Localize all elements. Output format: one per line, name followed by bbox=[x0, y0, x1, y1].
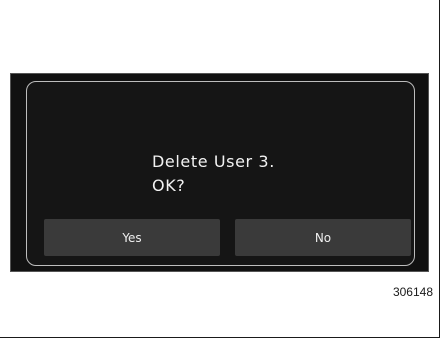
display-screen: Delete User 3. OK? Yes No bbox=[10, 73, 429, 272]
delete-user-dialog: Delete User 3. OK? Yes No bbox=[26, 81, 415, 266]
no-button-label: No bbox=[314, 230, 332, 245]
dialog-message-line-1: Delete User 3. bbox=[152, 152, 275, 171]
dialog-message: Delete User 3. OK? bbox=[152, 150, 275, 198]
yes-button-label: Yes bbox=[122, 230, 142, 245]
dialog-message-line-2: OK? bbox=[152, 176, 186, 195]
no-button[interactable]: No bbox=[235, 219, 411, 256]
figure-number: 306148 bbox=[392, 285, 433, 299]
yes-button[interactable]: Yes bbox=[44, 219, 220, 256]
